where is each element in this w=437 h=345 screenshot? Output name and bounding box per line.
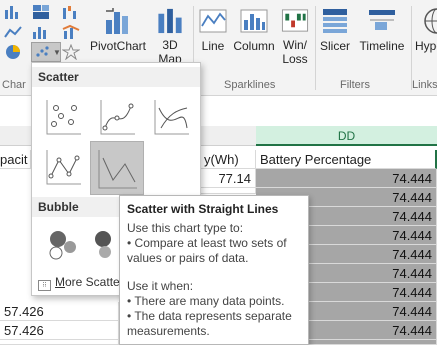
capacity-cell[interactable]: 57.426 [0, 302, 119, 321]
filters-group-label: Filters [340, 79, 370, 91]
timeline-label: Timeline [359, 39, 405, 53]
chevron-down-icon: ▼ [53, 48, 61, 57]
sparklines-group-label: Sparklines [224, 79, 276, 91]
column-chart-icon[interactable] [4, 4, 22, 20]
wh-cell[interactable]: 77.14 [200, 188, 256, 194]
capacity-cell[interactable]: 57.426 [0, 321, 119, 340]
scatter-chart-button[interactable]: ▼ [31, 42, 61, 62]
sparkline-line-icon [199, 9, 227, 33]
pivotchart-button[interactable]: PivotChart [90, 6, 146, 66]
sparkline-line-label: Line [201, 39, 225, 53]
battery-header-cell[interactable]: Battery Percentage [256, 150, 437, 169]
combo-chart-icon[interactable] [62, 24, 80, 40]
slicer-icon [323, 9, 347, 33]
scatter-straight-markers-icon [46, 150, 81, 185]
pie-chart-icon[interactable] [4, 44, 22, 60]
more-scatter-accesskey: M [55, 275, 65, 289]
scatter-chart-icon [36, 46, 49, 57]
bubble-option[interactable] [40, 221, 86, 267]
capacity-cell[interactable]: 57.426 [0, 340, 119, 345]
slicer-button[interactable]: Slicer [316, 6, 354, 66]
tooltip-when-bullet-1: • There are many data points. [127, 294, 285, 308]
sparkline-winloss-button[interactable]: Win/ Loss [278, 6, 312, 66]
scatter-markers-option[interactable] [40, 93, 86, 139]
chart-type-tooltip: Scatter with Straight Lines Use this cha… [119, 195, 309, 345]
sparkline-winloss-label: Win/ [283, 38, 307, 52]
wh-header-cell[interactable]: y(Wh) [200, 150, 256, 169]
3d-map-button[interactable]: 3D Map [150, 6, 190, 66]
pivotchart-icon [106, 8, 128, 34]
slicer-label: Slicer [319, 39, 350, 53]
statistic-chart-icon[interactable] [32, 24, 50, 40]
more-scatter-label: ore Scatte [65, 275, 120, 289]
column-header-dd[interactable]: DD [256, 126, 437, 146]
line-chart-icon[interactable] [4, 24, 22, 40]
link-globe-icon [424, 8, 437, 34]
links-group-label: Links [412, 79, 437, 91]
scatter-straight-lines-icon [98, 150, 137, 189]
tooltip-title: Scatter with Straight Lines [127, 202, 279, 216]
tooltip-when-heading: Use it when: [127, 279, 194, 293]
sparkline-winloss-sublabel: Loss [282, 52, 308, 66]
battery-cell[interactable]: 74.444 [256, 169, 437, 188]
tooltip-when-bullet-2: • The data represents separate measureme… [127, 309, 292, 338]
hyperlink-label: Hyperlin [414, 39, 437, 53]
tooltip-usage-bullet: • Compare at least two sets of values or… [127, 236, 287, 265]
scatter-straight-markers-option[interactable] [40, 143, 86, 189]
sparkline-winloss-icon [281, 9, 309, 32]
excel-window: ▼ PivotChart 3D Map Line Column Win/ Los… [0, 0, 437, 345]
3d-map-label: 3D [162, 38, 178, 52]
bubble-icon [49, 231, 76, 260]
tooltip-usage-heading: Use this chart type to: [127, 221, 244, 235]
waterfall-chart-icon[interactable] [62, 4, 80, 20]
charts-group-label: Char [2, 79, 26, 91]
surface-chart-icon[interactable] [62, 44, 80, 60]
scatter-markers-icon [46, 100, 81, 135]
sparkline-column-icon [240, 9, 268, 33]
pivotchart-label: PivotChart [89, 39, 147, 53]
timeline-icon [369, 10, 395, 30]
globe-icon [158, 8, 182, 34]
more-scatter-icon: ⁝⁝ [38, 280, 51, 291]
scatter-straight-lines-option[interactable] [90, 141, 144, 195]
wh-cell[interactable]: 77.14 [200, 169, 256, 188]
scatter-section-header: Scatter [32, 67, 200, 87]
timeline-button[interactable]: Timeline [356, 6, 408, 66]
sparkline-line-button[interactable]: Line [196, 6, 230, 66]
scatter-smooth-lines-option[interactable] [148, 93, 194, 139]
sparkline-column-button[interactable]: Column [232, 6, 276, 66]
scatter-smooth-markers-icon [100, 100, 135, 135]
sparkline-column-label: Column [233, 39, 275, 53]
more-scatter-charts-link[interactable]: ⁝⁝ More Scatte [38, 275, 120, 291]
capacity-header-cell[interactable]: pacit [0, 150, 31, 169]
scatter-smooth-lines-icon [154, 100, 189, 135]
hyperlink-button[interactable]: Hyperlin [412, 6, 437, 66]
scatter-smooth-markers-option[interactable] [94, 93, 140, 139]
hierarchy-chart-icon[interactable] [32, 4, 50, 20]
